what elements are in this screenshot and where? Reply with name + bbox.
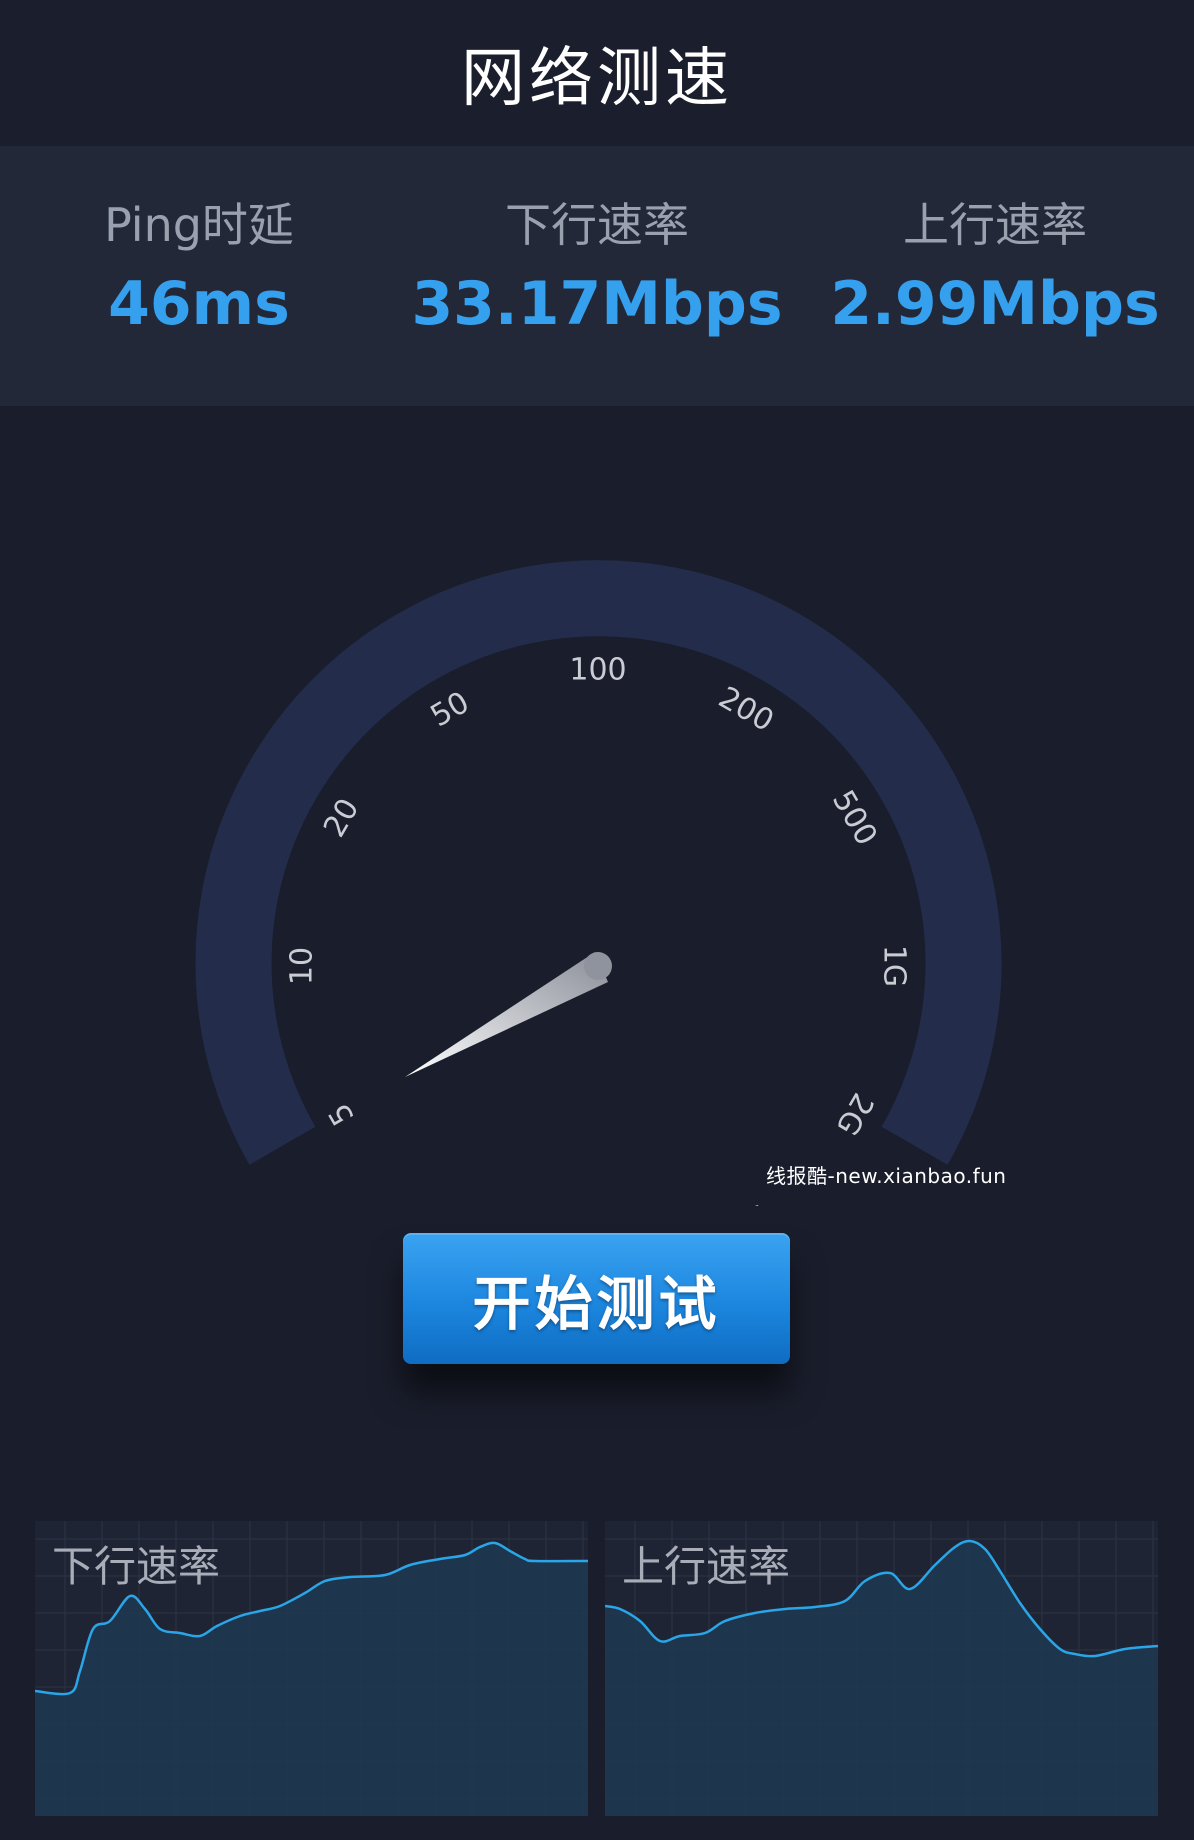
upload-chart-label: 上行速率 — [622, 1542, 791, 1591]
gauge-label-2g: 2G — [829, 1087, 880, 1141]
gauge-label-500: 500 — [825, 784, 884, 851]
watermark-text: 线报酷-new.xianbao.fun — [766, 1164, 1007, 1188]
gauge-label-0: 0 — [433, 1202, 467, 1206]
download-stat: 下行速率 33.17Mbps — [398, 146, 796, 406]
gauge-scale-labels: 0 5 10 20 50 100 200 500 1G 2G 5G — [285, 653, 912, 1207]
gauge-label-5g: 5G — [719, 1197, 773, 1206]
download-value: 33.17Mbps — [411, 269, 783, 339]
gauge-label-5: 5 — [322, 1097, 362, 1131]
upload-chart: 上行速率 — [605, 1521, 1158, 1816]
gauge-label-20: 20 — [317, 793, 366, 844]
upload-label: 上行速率 — [903, 198, 1087, 252]
gauge-label-200: 200 — [712, 680, 779, 739]
page-title: 网络测速 — [461, 42, 733, 116]
upload-value: 2.99Mbps — [830, 269, 1160, 339]
upload-stat: 上行速率 2.99Mbps — [796, 146, 1194, 406]
speed-test-screen: 网络测速 Ping时延 46ms 下行速率 33.17Mbps 上行速率 2.9… — [0, 0, 1194, 1840]
gauge-label-50: 50 — [425, 685, 476, 734]
download-label: 下行速率 — [505, 198, 689, 252]
gauge-label-1g: 1G — [877, 945, 912, 987]
start-test-button[interactable]: 开始测试 — [403, 1233, 790, 1364]
gauge-label-10: 10 — [285, 947, 320, 985]
gauge-needle-hub — [584, 952, 612, 980]
gauge-label-100: 100 — [569, 653, 626, 688]
stats-panel: Ping时延 46ms 下行速率 33.17Mbps 上行速率 2.99Mbps — [0, 146, 1194, 406]
ping-label: Ping时延 — [104, 198, 294, 252]
ping-value: 46ms — [108, 269, 290, 339]
ping-stat: Ping时延 46ms — [0, 146, 398, 406]
download-chart-label: 下行速率 — [52, 1542, 221, 1591]
gauge-needle — [405, 952, 608, 1077]
speed-gauge: 0 5 10 20 50 100 200 500 1G 2G 5G — [195, 560, 1002, 1207]
download-chart: 下行速率 — [35, 1521, 588, 1816]
start-test-button-label: 开始测试 — [472, 1269, 721, 1338]
title-bar: 网络测速 — [0, 0, 1194, 146]
